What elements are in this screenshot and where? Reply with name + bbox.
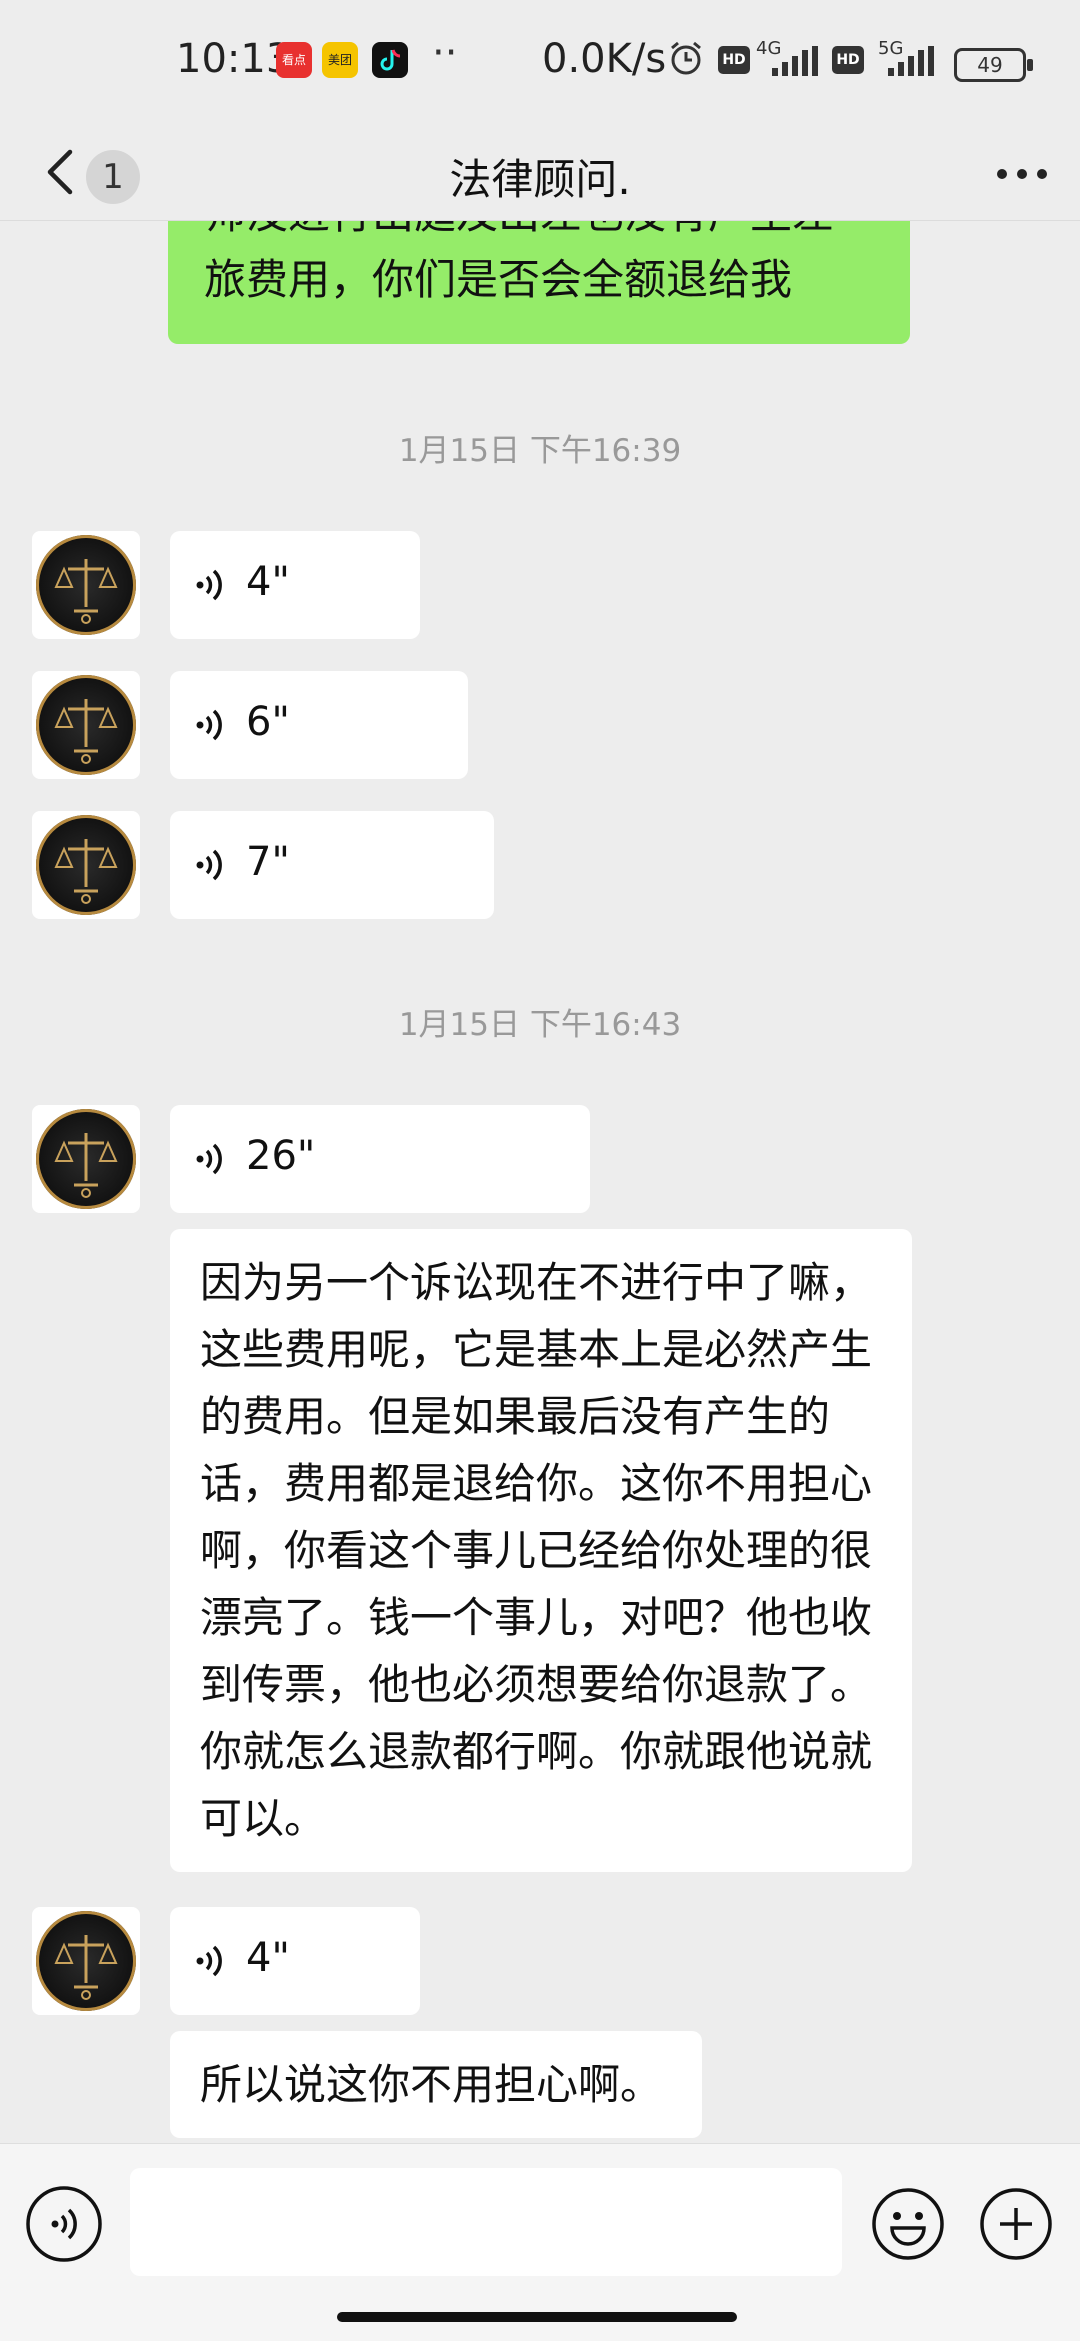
outgoing-text-bubble[interactable]: 师没进行出庭及出差也没有产生差 旅费用，你们是否会全额退给我	[168, 221, 910, 344]
hd-badge-2: HD	[832, 46, 864, 74]
voice-duration: 4"	[246, 559, 290, 605]
voice-message-bubble[interactable]: 6"	[170, 671, 468, 779]
message-input[interactable]	[130, 2168, 842, 2276]
avatar[interactable]	[32, 811, 140, 919]
status-time: 10:13	[176, 36, 292, 82]
voice-message-bubble[interactable]: 4"	[170, 531, 420, 639]
timestamp: 1月15日 下午16:43	[398, 1007, 682, 1043]
status-more-dots: ··	[432, 30, 458, 76]
voice-duration: 7"	[246, 839, 290, 885]
voice-message-bubble[interactable]: 26"	[170, 1105, 590, 1213]
battery-cap	[1027, 59, 1033, 71]
avatar[interactable]	[32, 671, 140, 779]
plus-circle-icon[interactable]	[978, 2186, 1054, 2262]
meituan-app-icon: 美团	[322, 42, 358, 78]
kandian-app-icon: 看点	[276, 42, 312, 78]
alarm-icon	[671, 41, 701, 75]
voice-message-bubble[interactable]: 7"	[170, 811, 494, 919]
voice-message-bubble[interactable]: 4"	[170, 1907, 420, 2015]
voice-input-button[interactable]	[24, 2184, 104, 2264]
avatar[interactable]	[32, 1105, 140, 1213]
scales-of-justice-icon	[54, 1935, 118, 2000]
chat-title: 法律顾问.	[449, 155, 631, 204]
emoji-icon[interactable]	[870, 2186, 946, 2262]
avatar[interactable]	[32, 531, 140, 639]
message-text-line: 旅费用，你们是否会全额退给我	[204, 255, 793, 304]
scales-of-justice-icon	[54, 559, 118, 624]
signal-icon-2	[888, 46, 934, 76]
timestamp: 1月15日 下午16:39	[398, 433, 682, 469]
voice-transcript-bubble[interactable]: 所以说这你不用担心啊。	[170, 2031, 702, 2138]
voice-duration: 26"	[246, 1133, 316, 1179]
voice-wave-icon	[196, 569, 222, 601]
voice-transcript-bubble[interactable]: 因为另一个诉讼现在不进行中了嘛，这些费用呢，它是基本上是必然产生的费用。但是如果…	[170, 1229, 912, 1872]
home-indicator[interactable]	[337, 2312, 737, 2322]
net-speed: 0.0K/s	[542, 36, 667, 82]
hd-badge-1: HD	[718, 46, 750, 74]
voice-wave-icon	[196, 1945, 222, 1977]
status-bar: 10:13 看点 美团 ·· 0.0K/s HD 4G HD 5G 49	[0, 0, 1080, 124]
voice-duration: 4"	[246, 1935, 290, 1981]
scales-of-justice-icon	[54, 839, 118, 904]
more-dots-icon[interactable]	[994, 154, 1050, 194]
battery-level: 49	[977, 53, 1003, 77]
avatar[interactable]	[32, 1907, 140, 2015]
voice-wave-icon	[196, 849, 222, 881]
scales-of-justice-icon	[54, 1133, 118, 1198]
chat-header: 1 法律顾问.	[0, 124, 1080, 221]
message-list[interactable]: 师没进行出庭及出差也没有产生差 旅费用，你们是否会全额退给我 1月15日 下午1…	[0, 221, 1080, 2143]
douyin-app-icon	[372, 42, 408, 78]
battery-indicator: 49	[954, 48, 1033, 82]
voice-wave-icon	[196, 709, 222, 741]
voice-duration: 6"	[246, 699, 290, 745]
voice-wave-icon	[196, 1143, 222, 1175]
signal-icon-1	[772, 46, 818, 76]
message-text-line: 师没进行出庭及出差也没有产生差	[204, 221, 874, 247]
scales-of-justice-icon	[54, 699, 118, 764]
